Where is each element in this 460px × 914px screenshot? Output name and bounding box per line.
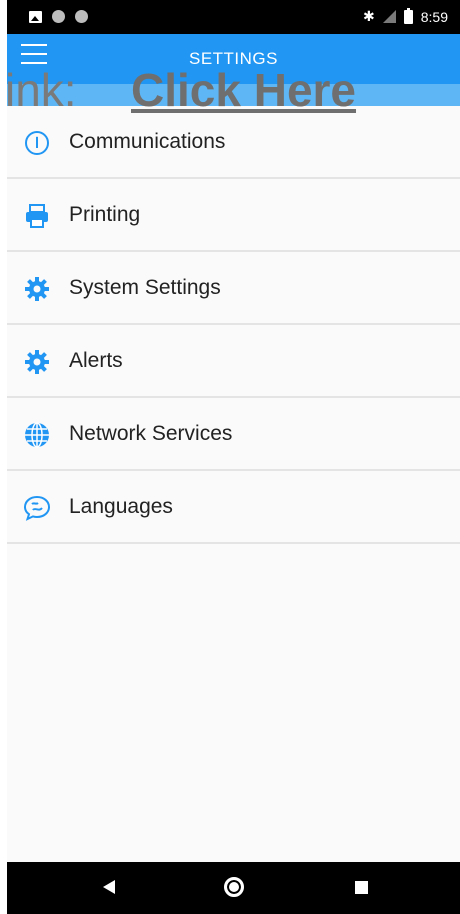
link-prefix: ink: [7, 64, 77, 116]
settings-item-alerts[interactable]: Alerts [7, 325, 460, 398]
no-signal-icon [382, 10, 396, 23]
status-time: 8:59 [420, 8, 448, 25]
settings-item-label: Alerts [69, 348, 123, 372]
link-overlay: ink: Click Here [7, 64, 356, 116]
phone-screen: ✱ 8:59 SETTINGS ink: Click Here Communica… [7, 0, 460, 914]
settings-item-system-settings[interactable]: System Settings [7, 252, 460, 325]
settings-item-communications[interactable]: Communications [7, 106, 460, 179]
gear-icon [23, 275, 51, 303]
settings-item-label: System Settings [69, 275, 221, 299]
battery-icon [403, 7, 413, 24]
settings-item-label: Communications [69, 129, 226, 153]
settings-item-printing[interactable]: Printing [7, 179, 460, 252]
gear-icon [23, 348, 51, 376]
settings-item-network-services[interactable]: Network Services [7, 398, 460, 471]
printer-icon [23, 202, 51, 230]
settings-item-label: Languages [69, 494, 173, 518]
notification-circle-icon [75, 10, 88, 23]
back-icon[interactable] [103, 880, 115, 894]
settings-item-label: Network Services [69, 421, 233, 445]
settings-item-languages[interactable]: Languages [7, 471, 460, 544]
settings-list: Communications Printing System Settings … [7, 106, 460, 544]
chat-bubble-icon [23, 494, 51, 522]
image-icon [29, 10, 42, 23]
settings-item-label: Printing [69, 202, 141, 226]
bluetooth-icon: ✱ [363, 8, 375, 24]
home-icon[interactable] [224, 877, 244, 897]
globe-icon [23, 421, 51, 449]
click-here-link[interactable]: Click Here [131, 64, 356, 116]
recent-apps-icon[interactable] [355, 881, 368, 894]
status-bar: ✱ 8:59 [7, 0, 460, 34]
notification-circle-icon [52, 10, 65, 23]
info-icon [23, 129, 51, 157]
navigation-bar [7, 862, 460, 914]
